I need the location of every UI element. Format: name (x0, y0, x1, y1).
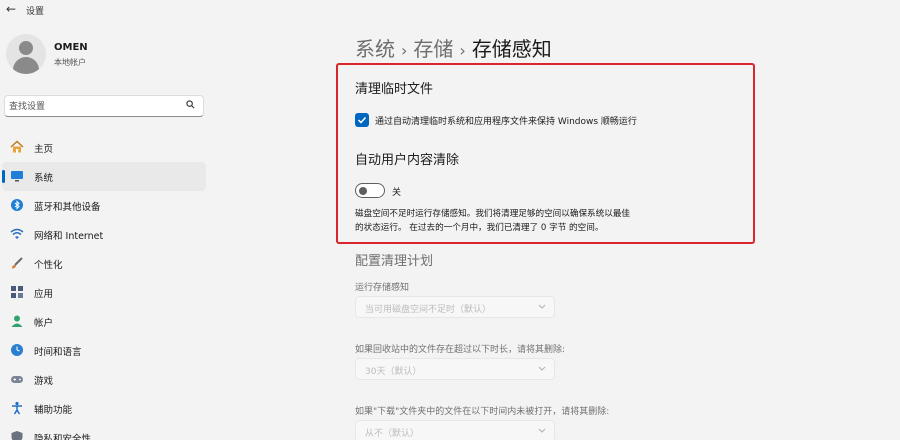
temp-files-title: 清理临时文件 (355, 82, 434, 97)
home-icon (10, 140, 24, 153)
sidebar-item-personalization[interactable]: 个性化 (2, 249, 206, 278)
description-line: 磁盘空间不足时运行存储感知。我们将清理足够的空间以确保系统以最佳 (355, 209, 631, 219)
sidebar-item-home[interactable]: 主页 (2, 133, 206, 162)
account-type: 本地帐户 (54, 58, 86, 67)
paintbrush-icon (12, 257, 23, 269)
bluetooth-icon (11, 199, 23, 211)
wifi-icon (10, 228, 24, 239)
schedule-title: 配置清理计划 (355, 254, 434, 269)
sidebar-item-privacy[interactable]: 隐私和安全性 (2, 423, 206, 440)
run-storage-sense-label: 运行存储感知 (355, 283, 410, 293)
back-arrow-icon[interactable]: ← (6, 2, 16, 16)
apps-icon (11, 286, 23, 298)
sidebar-item-gaming[interactable]: 游戏 (2, 365, 206, 394)
downloads-dropdown[interactable]: 从不（默认） (355, 420, 555, 440)
dropdown-value: 当可用磁盘空间不足时（默认） (365, 305, 492, 315)
gamepad-icon (11, 376, 23, 383)
sidebar-item-bluetooth[interactable]: 蓝牙和其他设备 (2, 191, 206, 220)
auto-cleanup-title: 自动用户内容清除 (355, 153, 460, 168)
dropdown-value: 30天（默认） (365, 367, 422, 377)
search-input[interactable] (9, 99, 179, 114)
sidebar-item-accounts[interactable]: 帐户 (2, 307, 206, 336)
recycle-bin-dropdown[interactable]: 30天（默认） (355, 358, 555, 380)
sidebar-item-label: 辅助功能 (34, 405, 73, 416)
sidebar-item-label: 时间和语言 (34, 347, 82, 358)
sidebar-item-system[interactable]: 系统 (2, 162, 206, 191)
recycle-bin-label: 如果回收站中的文件存在超过以下时长，请将其删除: (355, 345, 566, 355)
accessibility-icon (12, 401, 22, 415)
breadcrumb-separator: › (401, 41, 408, 60)
page-title: 存储感知 (471, 37, 552, 61)
breadcrumb-system[interactable]: 系统 (355, 37, 395, 61)
sidebar-item-accessibility[interactable]: 辅助功能 (2, 394, 206, 423)
sidebar-item-label: 帐户 (34, 318, 54, 329)
toggle-knob (359, 186, 367, 195)
title-bar: ← 设置 (0, 0, 900, 22)
downloads-label: 如果"下载"文件夹中的文件在以下时间内未被打开，请将其删除: (355, 407, 610, 417)
search-icon[interactable] (186, 100, 195, 109)
sidebar-item-label: 个性化 (34, 260, 63, 271)
auto-cleanup-toggle[interactable] (355, 183, 385, 198)
sidebar-item-label: 网络和 Internet (34, 231, 104, 242)
sidebar-item-label: 系统 (34, 173, 54, 184)
chevron-down-icon (538, 304, 546, 309)
sidebar-item-label: 主页 (34, 144, 54, 155)
sidebar: OMEN 本地帐户 主页 系统 (0, 22, 212, 440)
auto-cleanup-description: 磁盘空间不足时运行存储感知。我们将清理足够的空间以确保系统以最佳 的状态运行。 … (355, 207, 685, 235)
user-name: OMEN (54, 42, 88, 53)
shield-icon (11, 431, 23, 440)
dropdown-value: 从不（默认） (365, 429, 420, 439)
breadcrumb-separator: › (459, 41, 466, 60)
chevron-down-icon (538, 366, 546, 371)
avatar (6, 34, 46, 74)
sidebar-item-network[interactable]: 网络和 Internet (2, 220, 206, 249)
globe-clock-icon (11, 344, 23, 356)
breadcrumb-storage[interactable]: 存储 (413, 37, 453, 61)
search-box[interactable] (4, 95, 204, 117)
sidebar-item-label: 隐私和安全性 (34, 434, 92, 440)
breadcrumb: 系统 › 存储 › 存储感知 (355, 33, 552, 62)
sidebar-item-label: 应用 (34, 289, 54, 300)
person-icon (11, 315, 23, 327)
temp-files-checkbox-label: 通过自动清理临时系统和应用程序文件来保持 Windows 顺畅运行 (375, 117, 637, 127)
user-card[interactable]: OMEN 本地帐户 (6, 34, 206, 74)
chevron-down-icon (538, 428, 546, 433)
sidebar-item-time-language[interactable]: 时间和语言 (2, 336, 206, 365)
checkmark-icon (357, 116, 367, 124)
sidebar-item-label: 游戏 (34, 376, 54, 387)
sidebar-nav: 主页 系统 蓝牙和其他设备 网络和 Internet 个性化 应用 帐户 时间和… (0, 133, 212, 440)
window-title: 设置 (26, 7, 45, 17)
description-line: 的状态运行。 在过去的一个月中，我们已清理了 0 字节 的空间。 (355, 223, 604, 233)
temp-files-checkbox[interactable] (355, 113, 369, 127)
monitor-icon (11, 171, 23, 182)
sidebar-item-apps[interactable]: 应用 (2, 278, 206, 307)
toggle-state-label: 关 (392, 188, 402, 198)
sidebar-item-label: 蓝牙和其他设备 (34, 202, 101, 213)
run-storage-sense-dropdown[interactable]: 当可用磁盘空间不足时（默认） (355, 296, 555, 318)
